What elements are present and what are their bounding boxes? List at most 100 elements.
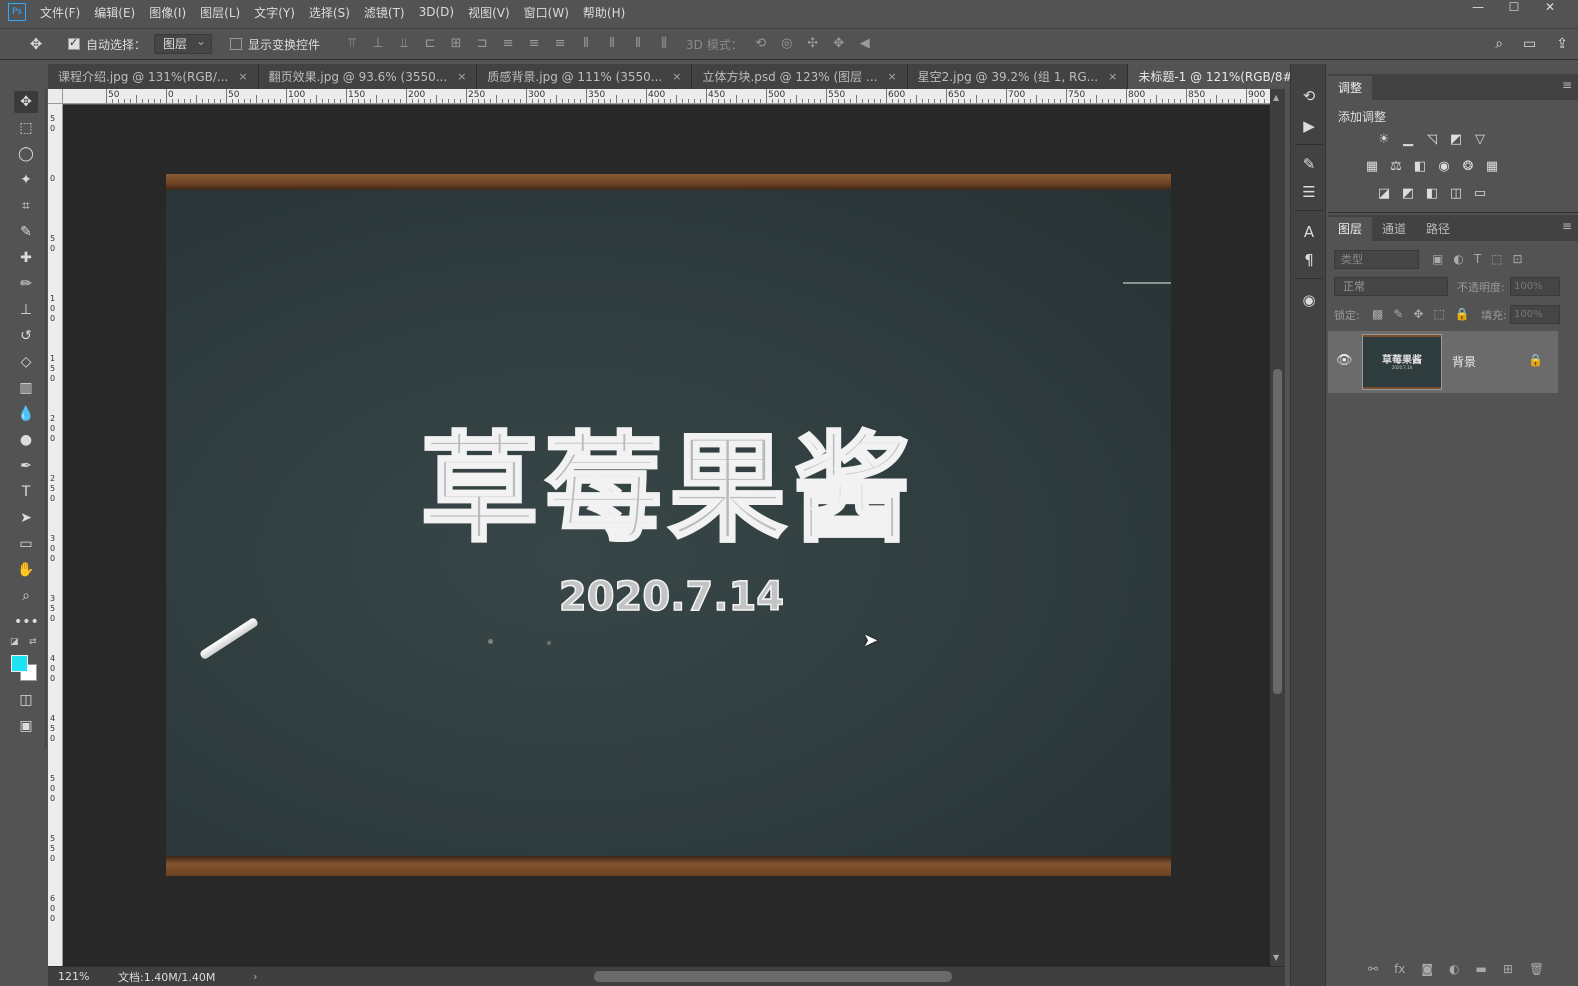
align-left-icon[interactable]: ⊏ <box>422 36 438 52</box>
filter-type-icon[interactable]: T <box>1474 252 1481 266</box>
fill-input[interactable]: 100% <box>1510 305 1560 324</box>
new-layer-icon[interactable]: ⊞ <box>1503 962 1513 976</box>
screen-mode-icon[interactable]: ▣ <box>14 715 38 737</box>
selective-color-icon[interactable]: ◫ <box>1448 186 1464 202</box>
workspace-icon[interactable]: ▭ <box>1523 36 1536 52</box>
tab-channels[interactable]: 通道 <box>1372 217 1416 241</box>
layer-filter-dropdown[interactable]: 类型 <box>1334 250 1419 269</box>
distribute-bottom-icon[interactable]: ≡ <box>552 36 568 52</box>
scroll-down-icon[interactable]: ▼ <box>1273 953 1279 962</box>
tab-texture-bg[interactable]: 质感背景.jpg @ 111% (3550... × <box>477 64 693 89</box>
menu-help[interactable]: 帮助(H) <box>583 4 625 21</box>
blend-mode-dropdown[interactable]: 正常 <box>1334 277 1448 296</box>
vertical-scroll-thumb[interactable] <box>1273 369 1282 694</box>
magic-wand-tool-icon[interactable]: ✦ <box>14 169 38 191</box>
status-menu-arrow-icon[interactable]: › <box>253 970 257 983</box>
path-selection-tool-icon[interactable]: ➤ <box>14 507 38 529</box>
menu-filter[interactable]: 滤镜(T) <box>364 4 405 21</box>
levels-icon[interactable]: ▁ <box>1400 132 1416 148</box>
maximize-button[interactable]: ☐ <box>1496 0 1532 14</box>
distribute-left-icon[interactable]: ⦀ <box>578 36 594 52</box>
properties-panel-icon[interactable]: ☰ <box>1298 182 1320 202</box>
lock-transparency-icon[interactable]: ▩ <box>1372 307 1383 321</box>
align-vcenter-icon[interactable]: ⊥ <box>370 36 386 52</box>
menu-window[interactable]: 窗口(W) <box>524 4 569 21</box>
align-right-icon[interactable]: ⊐ <box>474 36 490 52</box>
scroll-up-icon[interactable]: ▲ <box>1273 93 1279 102</box>
panel-menu-icon[interactable]: ≡ <box>1562 219 1572 233</box>
align-hcenter-icon[interactable]: ⊞ <box>448 36 464 52</box>
transform-controls-checkbox[interactable] <box>230 38 243 50</box>
vertical-scrollbar[interactable]: ▲ ▼ <box>1270 89 1285 966</box>
distribute-right-icon[interactable]: ⦀ <box>630 36 646 52</box>
new-group-icon[interactable]: ▬ <box>1476 962 1487 976</box>
delete-layer-icon[interactable]: 🗑 <box>1529 962 1544 976</box>
tab-course-intro[interactable]: 课程介绍.jpg @ 131%(RGB/... × <box>48 64 259 89</box>
panel-menu-icon[interactable]: ≡ <box>1562 78 1572 92</box>
lasso-tool-icon[interactable]: ◯ <box>14 143 38 165</box>
menu-view[interactable]: 视图(V) <box>468 4 510 21</box>
black-white-icon[interactable]: ◧ <box>1412 159 1428 175</box>
visibility-eye-icon[interactable]: 👁 <box>1336 353 1353 368</box>
hand-tool-icon[interactable]: ✋ <box>14 559 38 581</box>
menu-file[interactable]: 文件(F) <box>40 4 80 21</box>
3d-roll-icon[interactable]: ◎ <box>779 36 795 52</box>
add-mask-icon[interactable]: ◙ <box>1421 962 1433 976</box>
more-tools-icon[interactable]: ••• <box>14 611 39 633</box>
vibrance-icon[interactable]: ▽ <box>1472 132 1488 148</box>
type-tool-icon[interactable]: T <box>14 481 38 503</box>
auto-align-icon[interactable]: ⫼ <box>656 36 672 52</box>
clone-stamp-tool-icon[interactable]: ⊥ <box>14 299 38 321</box>
layer-lock-icon[interactable]: 🔒 <box>1528 353 1543 367</box>
healing-brush-tool-icon[interactable]: ✚ <box>14 247 38 269</box>
3d-orbit-icon[interactable]: ⟲ <box>753 36 769 52</box>
search-icon[interactable]: ⌕ <box>1495 36 1503 52</box>
horizontal-scroll-thumb[interactable] <box>594 971 952 982</box>
hue-saturation-icon[interactable]: ▦ <box>1364 159 1380 175</box>
menu-image[interactable]: 图像(I) <box>149 4 186 21</box>
rectangle-tool-icon[interactable]: ▭ <box>14 533 38 555</box>
marquee-tool-icon[interactable]: ⬚ <box>14 117 38 139</box>
filter-adjustment-icon[interactable]: ◐ <box>1453 252 1463 266</box>
channel-mixer-icon[interactable]: ❂ <box>1460 159 1476 175</box>
foreground-color-swatch[interactable] <box>11 655 28 672</box>
brush-tool-icon[interactable]: ✏ <box>14 273 38 295</box>
3d-panel-icon[interactable]: ◉ <box>1298 290 1320 310</box>
tab-paths[interactable]: 路径 <box>1416 217 1460 241</box>
align-bottom-icon[interactable]: ⫫ <box>396 36 412 52</box>
tab-close-icon[interactable]: × <box>1108 70 1117 83</box>
photo-filter-icon[interactable]: ◉ <box>1436 159 1452 175</box>
crop-tool-icon[interactable]: ⌗ <box>14 195 38 217</box>
lock-position-icon[interactable]: ✥ <box>1413 307 1423 321</box>
align-top-icon[interactable]: ⫪ <box>344 36 360 52</box>
filter-shape-icon[interactable]: ⬚ <box>1491 252 1502 266</box>
canvas-workspace[interactable]: 草莓果酱 2020.7.14 <box>63 105 1270 966</box>
tab-close-icon[interactable]: × <box>672 70 681 83</box>
auto-select-target-dropdown[interactable]: 图层 <box>154 32 213 54</box>
eraser-tool-icon[interactable]: ◇ <box>14 351 38 373</box>
menu-select[interactable]: 选择(S) <box>309 4 350 21</box>
default-colors-icon[interactable]: ◪ <box>10 637 19 647</box>
color-balance-icon[interactable]: ⚖ <box>1388 159 1404 175</box>
new-adjustment-layer-icon[interactable]: ◐ <box>1449 962 1459 976</box>
menu-layer[interactable]: 图层(L) <box>200 4 240 21</box>
filter-pixel-icon[interactable]: ▣ <box>1432 252 1443 266</box>
tab-3d-cube[interactable]: 立体方块.psd @ 123% (图层 ... × <box>692 64 908 89</box>
distribute-vcenter-icon[interactable]: ≡ <box>526 36 542 52</box>
tab-page-flip[interactable]: 翻页效果.jpg @ 93.6% (3550... × <box>258 64 478 89</box>
minimize-button[interactable]: — <box>1460 0 1496 14</box>
curves-icon[interactable]: ◹ <box>1424 132 1440 148</box>
blur-tool-icon[interactable]: 💧 <box>14 403 38 425</box>
pen-tool-icon[interactable]: ✒ <box>14 455 38 477</box>
opacity-input[interactable]: 100% <box>1510 277 1560 296</box>
zoom-level[interactable]: 121% <box>48 970 118 983</box>
tab-layers[interactable]: 图层 <box>1328 217 1373 241</box>
auto-select-checkbox[interactable] <box>68 36 80 50</box>
history-panel-icon[interactable]: ⟲ <box>1298 86 1320 106</box>
eyedropper-tool-icon[interactable]: ✎ <box>14 221 38 243</box>
character-panel-icon[interactable]: A <box>1298 222 1320 242</box>
threshold-icon[interactable]: ◧ <box>1424 186 1440 202</box>
tab-adjustments[interactable]: 调整 <box>1328 76 1373 100</box>
tab-close-icon[interactable]: × <box>457 70 466 83</box>
close-button[interactable]: ✕ <box>1532 0 1568 14</box>
